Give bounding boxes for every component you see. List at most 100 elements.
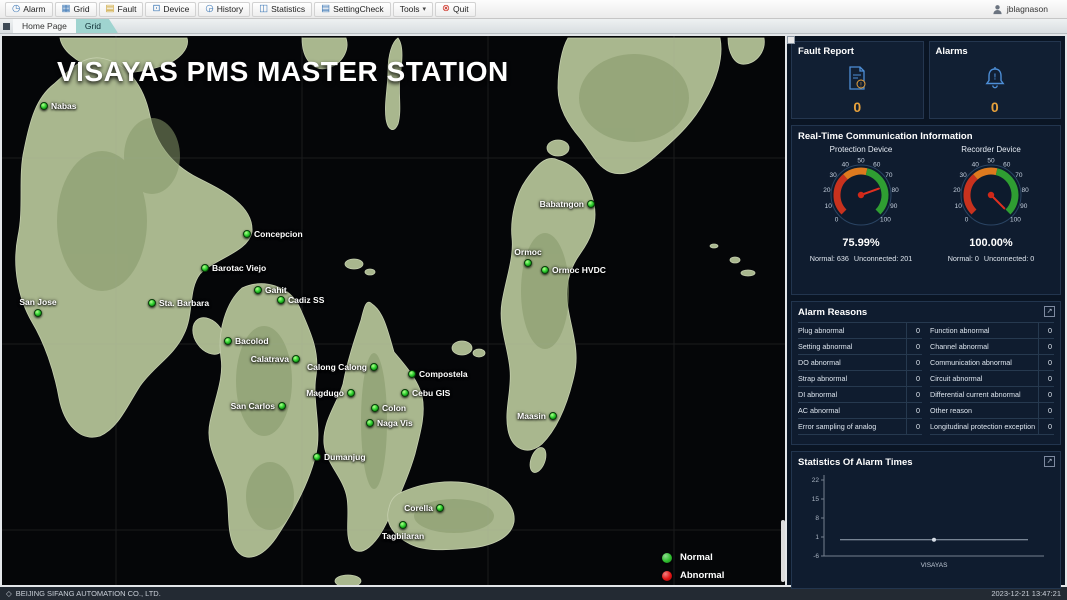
toolbar-button-quit[interactable]: ⊗Quit bbox=[435, 2, 476, 17]
svg-text:30: 30 bbox=[959, 172, 967, 179]
gauge-unconnected-count: Unconnected: 201 bbox=[854, 254, 912, 263]
svg-text:20: 20 bbox=[953, 187, 961, 194]
alarm-reason-label: Function abnormal bbox=[930, 323, 1038, 338]
history-icon: ◶ bbox=[205, 4, 213, 14]
toolbar-button-history[interactable]: ◶ History bbox=[198, 2, 250, 17]
station-status-dot bbox=[34, 309, 42, 317]
sidebar-splitter-handle[interactable] bbox=[787, 36, 795, 44]
alarm-reason-row-di-abnormal: DI abnormal0 bbox=[798, 387, 922, 403]
alarm-reason-count: 0 bbox=[1038, 323, 1054, 338]
svg-text:90: 90 bbox=[1020, 203, 1028, 210]
toolbar-button-label: History bbox=[217, 4, 243, 14]
svg-text:40: 40 bbox=[972, 162, 980, 169]
tab-home-page[interactable]: Home Page bbox=[13, 19, 84, 33]
alarm-reason-count: 0 bbox=[1038, 371, 1054, 386]
alarm-reason-label: Communication abnormal bbox=[930, 355, 1038, 370]
svg-text:70: 70 bbox=[1015, 172, 1023, 179]
station-label: Magdugo bbox=[306, 388, 344, 398]
gauges-row: Protection Device01020304050607080901007… bbox=[798, 145, 1054, 263]
toolbar-button-fault[interactable]: ▤Fault bbox=[99, 2, 144, 17]
toolbar-button-grid[interactable]: ▦Grid bbox=[55, 2, 97, 17]
legend-label: Abnormal bbox=[680, 570, 724, 581]
alarm-reasons-column: Plug abnormal0Setting abnormal0DO abnorm… bbox=[798, 323, 922, 435]
legend-label: Normal bbox=[680, 552, 713, 563]
svg-text:100: 100 bbox=[880, 217, 891, 224]
alarms-card[interactable]: Alarms ! 0 bbox=[929, 41, 1062, 119]
legend-item-abnormal: Abnormal bbox=[662, 570, 724, 581]
alarm-reasons-column: Function abnormal0Channel abnormal0Commu… bbox=[930, 323, 1054, 435]
stations-layer: NabasSan JoseSta. BarbaraBarotac ViejoCo… bbox=[2, 36, 785, 585]
alarm-reason-count: 0 bbox=[1038, 339, 1054, 354]
legend-item-normal: Normal bbox=[662, 552, 724, 563]
alarm-statistics-title: Statistics Of Alarm Times bbox=[798, 457, 1054, 468]
station-label: Gahit bbox=[265, 285, 287, 295]
user-avatar-icon bbox=[992, 4, 1003, 15]
station-label: San Jose bbox=[19, 297, 56, 307]
alarm-reason-count: 0 bbox=[906, 387, 922, 402]
alarms-count: 0 bbox=[936, 100, 1055, 114]
fault-report-card[interactable]: Fault Report ! 0 bbox=[791, 41, 924, 119]
toolbar-button-alarm[interactable]: ◷Alarm bbox=[5, 2, 53, 17]
toolbar-button-settingcheck[interactable]: ▤SettingCheck bbox=[314, 2, 391, 17]
station-label: Ormoc HVDC bbox=[552, 265, 606, 275]
station-label: Compostela bbox=[419, 369, 468, 379]
expand-alarm-statistics-icon[interactable]: ↗ bbox=[1044, 456, 1055, 467]
alarm-reason-label: DO abnormal bbox=[798, 355, 906, 370]
station-status-dot bbox=[347, 389, 355, 397]
svg-text:0: 0 bbox=[965, 217, 969, 224]
alarm-reason-label: Plug abnormal bbox=[798, 323, 906, 338]
toolbar-button-label: Fault bbox=[118, 4, 137, 14]
alarm-reasons-panel: Alarm Reasons ↗ Plug abnormal0Setting ab… bbox=[791, 301, 1061, 445]
station-status-dot bbox=[40, 102, 48, 110]
fault-report-icon: ! bbox=[798, 57, 917, 100]
tab-bar: Home Page Grid bbox=[0, 19, 1067, 34]
alarm-reason-row-differential-current-abnormal: Differential current abnormal0 bbox=[930, 387, 1054, 403]
station-label: Barotac Viejo bbox=[212, 263, 266, 273]
gauge-protection-device: Protection Device01020304050607080901007… bbox=[798, 145, 924, 263]
alarm-reason-count: 0 bbox=[1038, 387, 1054, 402]
quit-power-icon: ⊗ bbox=[442, 4, 450, 14]
summary-cards: Fault Report ! 0 Alarms bbox=[791, 41, 1061, 119]
alarm-reason-row-error-sampling-of-analog: Error sampling of analog0 bbox=[798, 419, 922, 435]
svg-text:10: 10 bbox=[955, 203, 963, 210]
alarm-reason-row-strap-abnormal: Strap abnormal0 bbox=[798, 371, 922, 387]
tabbar-corner-icon bbox=[3, 23, 10, 30]
toolbar-button-tools[interactable]: Tools▾ bbox=[393, 2, 433, 17]
gauge-value: 75.99% bbox=[842, 237, 879, 249]
station-label: Calatrava bbox=[251, 354, 289, 364]
user-menu[interactable]: jblagnason bbox=[992, 4, 1062, 15]
gauge-normal-count: Normal: 636 bbox=[810, 254, 849, 263]
station-status-dot bbox=[224, 337, 232, 345]
station-status-dot bbox=[371, 404, 379, 412]
map-area[interactable]: VISAYAS PMS MASTER STATION NabasSan Jose… bbox=[2, 36, 785, 585]
toolbar-button-label: Device bbox=[163, 4, 189, 14]
gauge-value: 100.00% bbox=[969, 237, 1012, 249]
expand-alarm-reasons-icon[interactable]: ↗ bbox=[1044, 306, 1055, 317]
alarm-statistics-panel: Statistics Of Alarm Times ↗ 221581-6VISA… bbox=[791, 451, 1061, 589]
station-status-dot bbox=[524, 259, 532, 267]
svg-text:8: 8 bbox=[815, 515, 819, 522]
toolbar-button-device[interactable]: ⊡Device bbox=[145, 2, 196, 17]
tab-grid[interactable]: Grid bbox=[76, 19, 118, 33]
map-scrollbar[interactable] bbox=[781, 520, 785, 582]
setting-check-icon: ▤ bbox=[321, 4, 330, 14]
alarm-icon: ◷ bbox=[12, 4, 20, 14]
svg-text:80: 80 bbox=[1021, 187, 1029, 194]
gauge-dial: 0102030405060708090100 bbox=[935, 155, 1047, 240]
alarm-reason-label: Differential current abnormal bbox=[930, 387, 1038, 402]
gauge-device-label: Recorder Device bbox=[961, 145, 1021, 154]
company-logo-icon: ◇ bbox=[6, 589, 12, 598]
gauge-dial-svg: 0102030405060708090100 bbox=[805, 155, 917, 235]
fault-report-title: Fault Report bbox=[798, 46, 917, 57]
toolbar-button-label: Quit bbox=[453, 4, 469, 14]
toolbar-button-statistics[interactable]: ◫Statistics bbox=[252, 2, 312, 17]
alarm-reason-count: 0 bbox=[1038, 403, 1054, 418]
station-status-dot bbox=[366, 419, 374, 427]
gauge-counts: Normal: 0Unconnected: 0 bbox=[948, 254, 1035, 263]
svg-text:100: 100 bbox=[1010, 217, 1021, 224]
station-label: Tagbilaran bbox=[382, 531, 424, 541]
station-status-dot bbox=[541, 266, 549, 274]
device-icon: ⊡ bbox=[152, 4, 160, 14]
gauge-dial-svg: 0102030405060708090100 bbox=[935, 155, 1047, 235]
company-name: BEIJING SIFANG AUTOMATION CO., LTD. bbox=[16, 589, 161, 598]
